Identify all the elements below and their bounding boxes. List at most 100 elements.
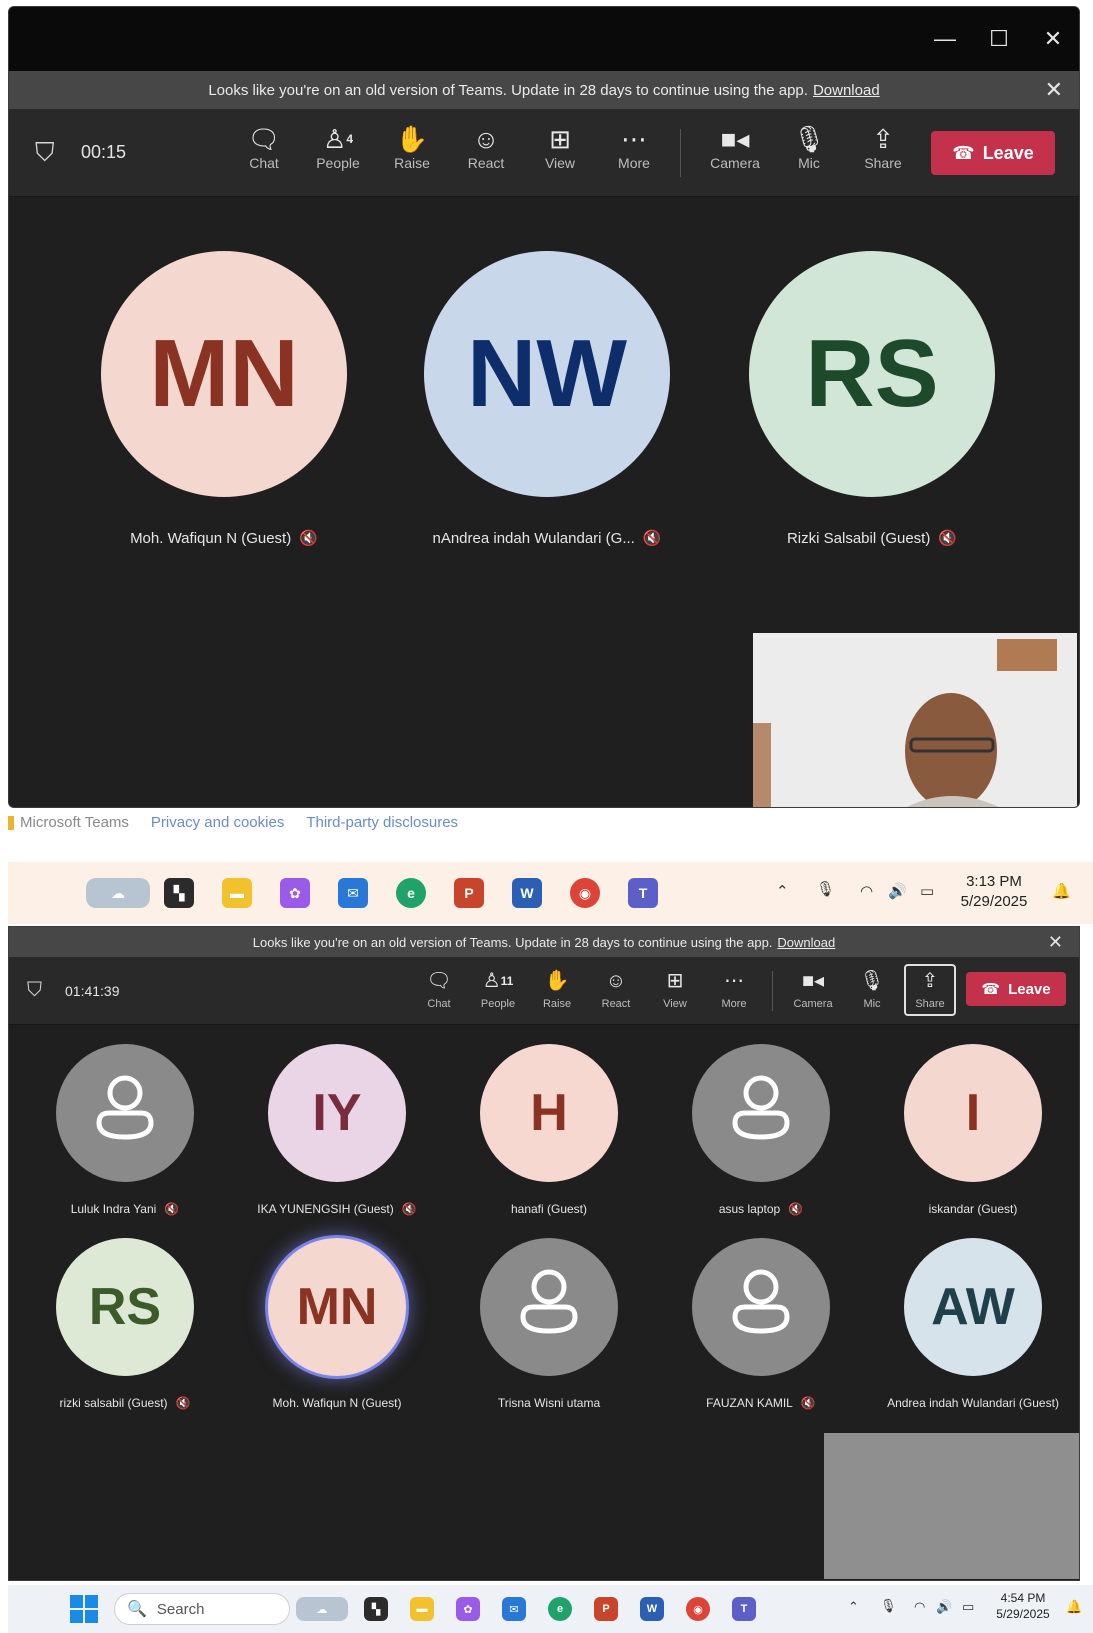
view-button[interactable]: ⊞ View (529, 123, 591, 173)
system-clock[interactable]: 3:13 PM 5/29/2025 (956, 872, 1032, 911)
participant-tile[interactable]: MN Moh. Wafiqun N (Guest) (231, 1238, 443, 1410)
react-button[interactable]: ☺ React (455, 123, 517, 173)
banner-close-icon[interactable]: ✕ (1045, 77, 1063, 103)
word-icon[interactable]: W (512, 878, 542, 908)
task-view-icon[interactable]: ▚ (364, 1597, 388, 1621)
third-party-link[interactable]: Third-party disclosures (306, 814, 458, 831)
battery-icon[interactable]: ▭ (962, 1599, 974, 1615)
participant-name: iskandar (Guest) (867, 1202, 1079, 1216)
notification-bell-icon[interactable]: 🔔 (1052, 882, 1071, 900)
participant-name-text: hanafi (Guest) (510, 1202, 588, 1216)
file-explorer-icon[interactable]: ▬ (222, 878, 252, 908)
minimize-button[interactable]: — (923, 21, 967, 57)
react-button[interactable]: ☺ React (590, 968, 642, 1012)
leave-button[interactable]: ☎ Leave (966, 972, 1066, 1006)
participant-tile[interactable]: Iiskandar (Guest) (867, 1044, 1079, 1216)
chrome-icon[interactable]: ◉ (686, 1597, 710, 1621)
teams-icon[interactable]: T (732, 1597, 756, 1621)
mail-icon[interactable]: ✉ (502, 1597, 526, 1621)
teams-window-top: — ☐ ✕ Looks like you're on an old versio… (8, 6, 1080, 808)
chrome-icon[interactable]: ◉ (570, 878, 600, 908)
windows-start-icon[interactable] (70, 1595, 98, 1623)
powerpoint-icon[interactable]: P (594, 1597, 618, 1621)
raise-hand-button[interactable]: ✋ Raise (531, 968, 583, 1012)
self-video-preview[interactable] (824, 1433, 1079, 1579)
participant-tile[interactable]: NW nAndrea indah Wulandari (G... 🔇 (392, 251, 702, 547)
participant-tile[interactable]: Trisna Wisni utama (443, 1238, 655, 1410)
share-button[interactable]: ⇪ Share (904, 964, 956, 1016)
system-clock[interactable]: 4:54 PM 5/29/2025 (990, 1591, 1056, 1622)
participant-name-text: Moh. Wafiqun N (Guest) (130, 530, 292, 547)
shield-icon[interactable]: ⛉ (35, 137, 55, 169)
microphone-tray-icon[interactable]: 🎙 (880, 1598, 897, 1614)
edge-icon[interactable]: e (548, 1597, 572, 1621)
notification-bell-icon[interactable]: 🔔 (1066, 1599, 1082, 1615)
share-button[interactable]: ⇪ Share (852, 123, 914, 173)
maximize-button[interactable]: ☐ (977, 21, 1021, 57)
people-button[interactable]: ♙11 People (472, 968, 524, 1012)
participant-name-text: iskandar (Guest) (928, 1202, 1018, 1216)
file-explorer-icon[interactable]: ▬ (410, 1597, 434, 1621)
avatar: H (480, 1044, 618, 1182)
weather-widget-icon[interactable]: ☁ (86, 878, 150, 908)
mic-button[interactable]: 🎙 Mic (846, 968, 898, 1012)
more-button[interactable]: ⋯ More (708, 968, 760, 1012)
teams-icon[interactable]: T (628, 878, 658, 908)
more-button[interactable]: ⋯ More (603, 123, 665, 173)
meeting-toolbar: ⛉ 00:15 🗨 Chat ♙4 People ✋ Raise ☺ React… (9, 109, 1079, 197)
word-icon[interactable]: W (640, 1597, 664, 1621)
participant-name: nAndrea indah Wulandari (G... 🔇 (392, 529, 702, 547)
mail-icon[interactable]: ✉ (338, 878, 368, 908)
share-icon: ⇪ (921, 970, 939, 992)
participant-tile[interactable]: FAUZAN KAMIL 🔇 (655, 1238, 867, 1410)
participant-tile[interactable]: RS rizki salsabil (Guest) 🔇 (19, 1238, 231, 1410)
microphone-tray-icon[interactable]: 🎙 (816, 880, 835, 898)
participant-name-text: Luluk Indra Yani (70, 1202, 157, 1216)
raise-hand-button[interactable]: ✋ Raise (381, 123, 443, 173)
task-view-icon[interactable]: ▚ (164, 878, 194, 908)
phone-hangup-icon: ☎ (952, 142, 975, 163)
banner-close-icon[interactable]: ✕ (1048, 932, 1063, 953)
close-window-button[interactable]: ✕ (1031, 21, 1075, 57)
camera-button[interactable]: ■◂ Camera (787, 968, 839, 1012)
leave-label: Leave (1008, 980, 1051, 998)
participant-tile[interactable]: IY IKA YUNENGSIH (Guest) 🔇 (231, 1044, 443, 1216)
avatar: MN (268, 1238, 406, 1376)
person-icon (729, 1073, 793, 1154)
privacy-link[interactable]: Privacy and cookies (151, 814, 284, 831)
participant-tile[interactable]: Hhanafi (Guest) (443, 1044, 655, 1216)
chat-button[interactable]: 🗨 Chat (233, 123, 295, 173)
weather-widget-icon[interactable]: ☁ (296, 1597, 348, 1621)
wifi-icon[interactable]: ◠ (914, 1599, 925, 1615)
participant-tile[interactable]: asus laptop 🔇 (655, 1044, 867, 1216)
self-video-preview[interactable] (753, 633, 1077, 807)
download-link[interactable]: Download (777, 935, 835, 950)
view-button[interactable]: ⊞ View (649, 968, 701, 1012)
mic-button[interactable]: 🎙 Mic (778, 123, 840, 173)
people-icon: ♙4 (323, 124, 353, 154)
participant-tile[interactable]: RS Rizki Salsabil (Guest) 🔇 (717, 251, 1027, 547)
meeting-timer: 00:15 (81, 142, 127, 162)
volume-icon[interactable]: 🔊 (888, 882, 907, 900)
powerpoint-icon[interactable]: P (454, 878, 484, 908)
shield-icon[interactable]: ⛉ (27, 979, 42, 1002)
chevron-up-icon[interactable]: ⌃ (776, 882, 789, 900)
copilot-icon[interactable]: ✿ (456, 1597, 480, 1621)
download-link[interactable]: Download (813, 82, 880, 99)
leave-button[interactable]: ☎ Leave (931, 131, 1055, 175)
copilot-icon[interactable]: ✿ (280, 878, 310, 908)
battery-icon[interactable]: ▭ (920, 882, 934, 900)
participant-tile[interactable]: AW Andrea indah Wulandari (Guest) (867, 1238, 1079, 1410)
chat-button[interactable]: 🗨 Chat (413, 968, 465, 1012)
edge-icon[interactable]: e (396, 878, 426, 908)
taskbar-search[interactable]: 🔍 Search (114, 1593, 290, 1625)
chevron-up-icon[interactable]: ⌃ (848, 1599, 859, 1615)
participant-tile[interactable]: Luluk Indra Yani 🔇 (19, 1044, 231, 1216)
participant-tile[interactable]: MN Moh. Wafiqun N (Guest) 🔇 (69, 251, 379, 547)
people-button[interactable]: ♙4 People (307, 123, 369, 173)
grid-icon: ⊞ (666, 970, 684, 992)
participant-name-text: Andrea indah Wulandari (Guest) (887, 1396, 1059, 1410)
volume-icon[interactable]: 🔊 (936, 1599, 952, 1615)
wifi-icon[interactable]: ◠ (860, 882, 873, 900)
camera-button[interactable]: ■◂ Camera (704, 123, 766, 173)
